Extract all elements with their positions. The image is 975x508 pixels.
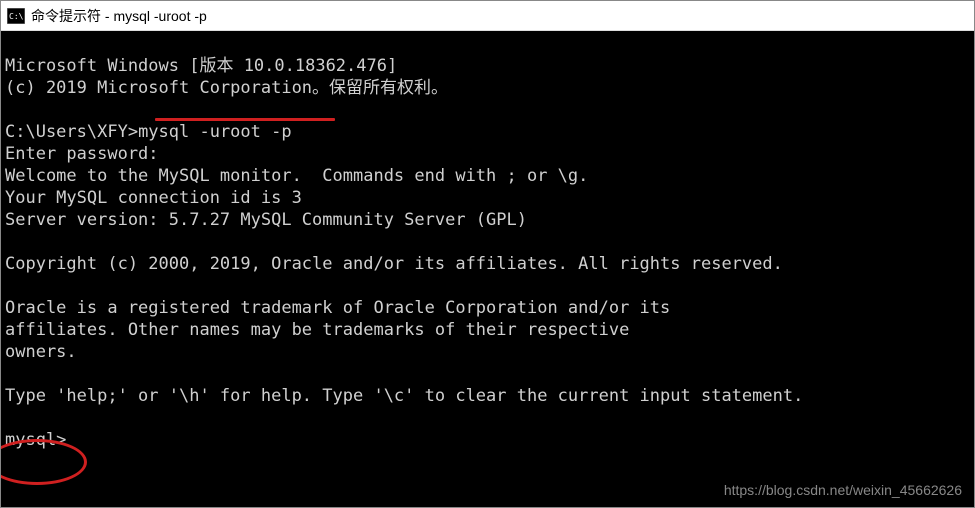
typed-command: mysql -uroot -p (138, 122, 292, 142)
watermark-text: https://blog.csdn.net/weixin_45662626 (724, 479, 962, 501)
terminal-line: Your MySQL connection id is 3 (5, 188, 302, 208)
terminal-line: C:\Users\XFY>mysql -uroot -p (5, 122, 292, 142)
window-title: 命令提示符 - mysql -uroot -p (31, 6, 207, 26)
terminal-line: Enter password: (5, 144, 159, 164)
terminal-line: Copyright (c) 2000, 2019, Oracle and/or … (5, 254, 783, 274)
svg-text:C:\: C:\ (9, 12, 24, 21)
prompt-path: C:\Users\XFY> (5, 122, 138, 142)
terminal-line: Microsoft Windows [版本 10.0.18362.476] (5, 56, 397, 76)
terminal-line: affiliates. Other names may be trademark… (5, 320, 629, 340)
annotation-circle (1, 439, 87, 485)
terminal-line: (c) 2019 Microsoft Corporation。保留所有权利。 (5, 78, 448, 98)
terminal-body[interactable]: Microsoft Windows [版本 10.0.18362.476] (c… (1, 31, 974, 507)
terminal-line: Server version: 5.7.27 MySQL Community S… (5, 210, 527, 230)
terminal-line: owners. (5, 342, 77, 362)
cmd-icon: C:\ (7, 8, 25, 24)
annotation-underline (155, 118, 335, 121)
terminal-line: Welcome to the MySQL monitor. Commands e… (5, 166, 588, 186)
cmd-window: C:\ 命令提示符 - mysql -uroot -p Microsoft Wi… (0, 0, 975, 508)
terminal-line: Oracle is a registered trademark of Orac… (5, 298, 670, 318)
terminal-line: Type 'help;' or '\h' for help. Type '\c'… (5, 386, 803, 406)
title-bar[interactable]: C:\ 命令提示符 - mysql -uroot -p (1, 1, 974, 31)
